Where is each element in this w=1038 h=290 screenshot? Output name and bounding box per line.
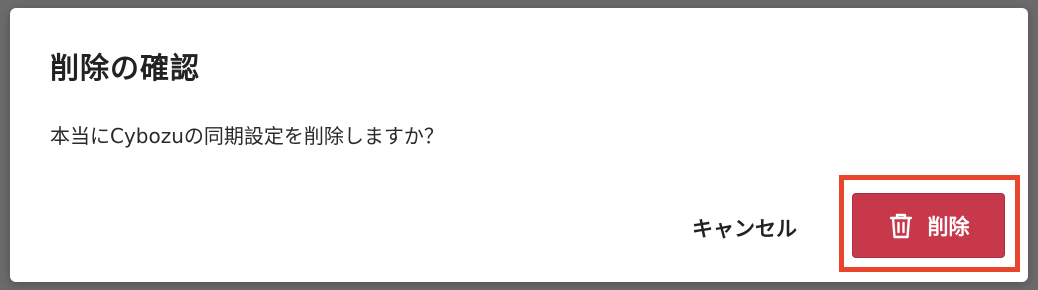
trash-icon [888,212,914,240]
cancel-button[interactable]: キャンセル [680,205,809,251]
dialog-title: 削除の確認 [50,51,201,85]
delete-button[interactable]: 削除 [852,193,1005,258]
delete-button-label: 削除 [927,214,970,239]
dialog-message: 本当にCybozuの同期設定を削除しますか？ [50,124,444,148]
